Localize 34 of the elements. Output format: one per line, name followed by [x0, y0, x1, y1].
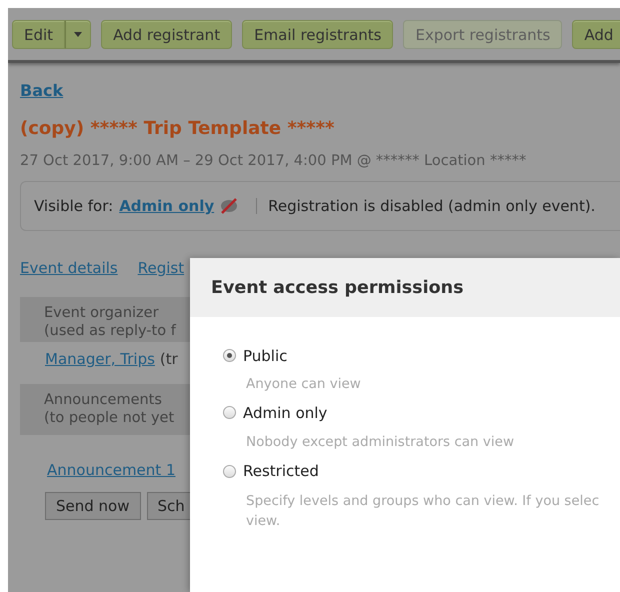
option-description: Specify levels and groups who can view. If you selec view. — [245, 492, 600, 530]
event-date: 27 Oct 2017, 9:00 AM – 29 Oct 2017, 4:00 PM @ ****** Location ***** — [20, 153, 528, 169]
organizer-heading: Event organizer (used as reply-to f — [20, 297, 190, 342]
radio-button[interactable] — [223, 464, 236, 478]
visibility-label: Visible for: — [34, 197, 114, 215]
caret-icon — [74, 32, 82, 37]
radio-button[interactable] — [223, 406, 236, 419]
announcement-link[interactable]: Announcement 1 — [47, 461, 176, 479]
toolbar-button[interactable]: Add registrant — [101, 20, 232, 49]
radio-option[interactable]: Admin only — [223, 404, 328, 422]
edit-button[interactable]: Edit — [12, 20, 66, 49]
option-label: Public — [243, 346, 288, 364]
back-link[interactable]: Back — [20, 81, 64, 100]
organizer-note: (tr — [160, 350, 178, 368]
announcement-button[interactable]: Send now — [45, 492, 140, 520]
toolbar-button[interactable]: Email registrants — [242, 20, 394, 49]
organizer-link[interactable]: Manager, Trips — [45, 350, 155, 368]
visibility-link[interactable]: Admin only — [119, 197, 214, 215]
option-description: Anyone can view — [245, 374, 362, 394]
radio-option[interactable]: Public — [223, 346, 288, 364]
hidden-icon — [219, 198, 240, 214]
section-link[interactable]: Regist — [138, 259, 184, 277]
dropdown-button[interactable] — [65, 20, 92, 49]
radio-button[interactable] — [223, 349, 236, 362]
toolbar-button[interactable]: Add — [572, 20, 620, 49]
option-label: Admin only — [243, 404, 328, 422]
dialog-title: Event access permissions — [211, 278, 464, 298]
event-title: (copy) ***** Trip Template ***** — [20, 118, 336, 139]
section-link[interactable]: Event details — [20, 259, 118, 277]
option-label: Restricted — [243, 462, 319, 480]
option-description: Nobody except administrators can view — [245, 433, 515, 452]
registration-status: Registration is disabled (admin only event). — [268, 197, 596, 215]
announcements-heading: Announcements (to people not yet — [20, 384, 190, 435]
radio-option[interactable]: Restricted — [223, 462, 319, 480]
